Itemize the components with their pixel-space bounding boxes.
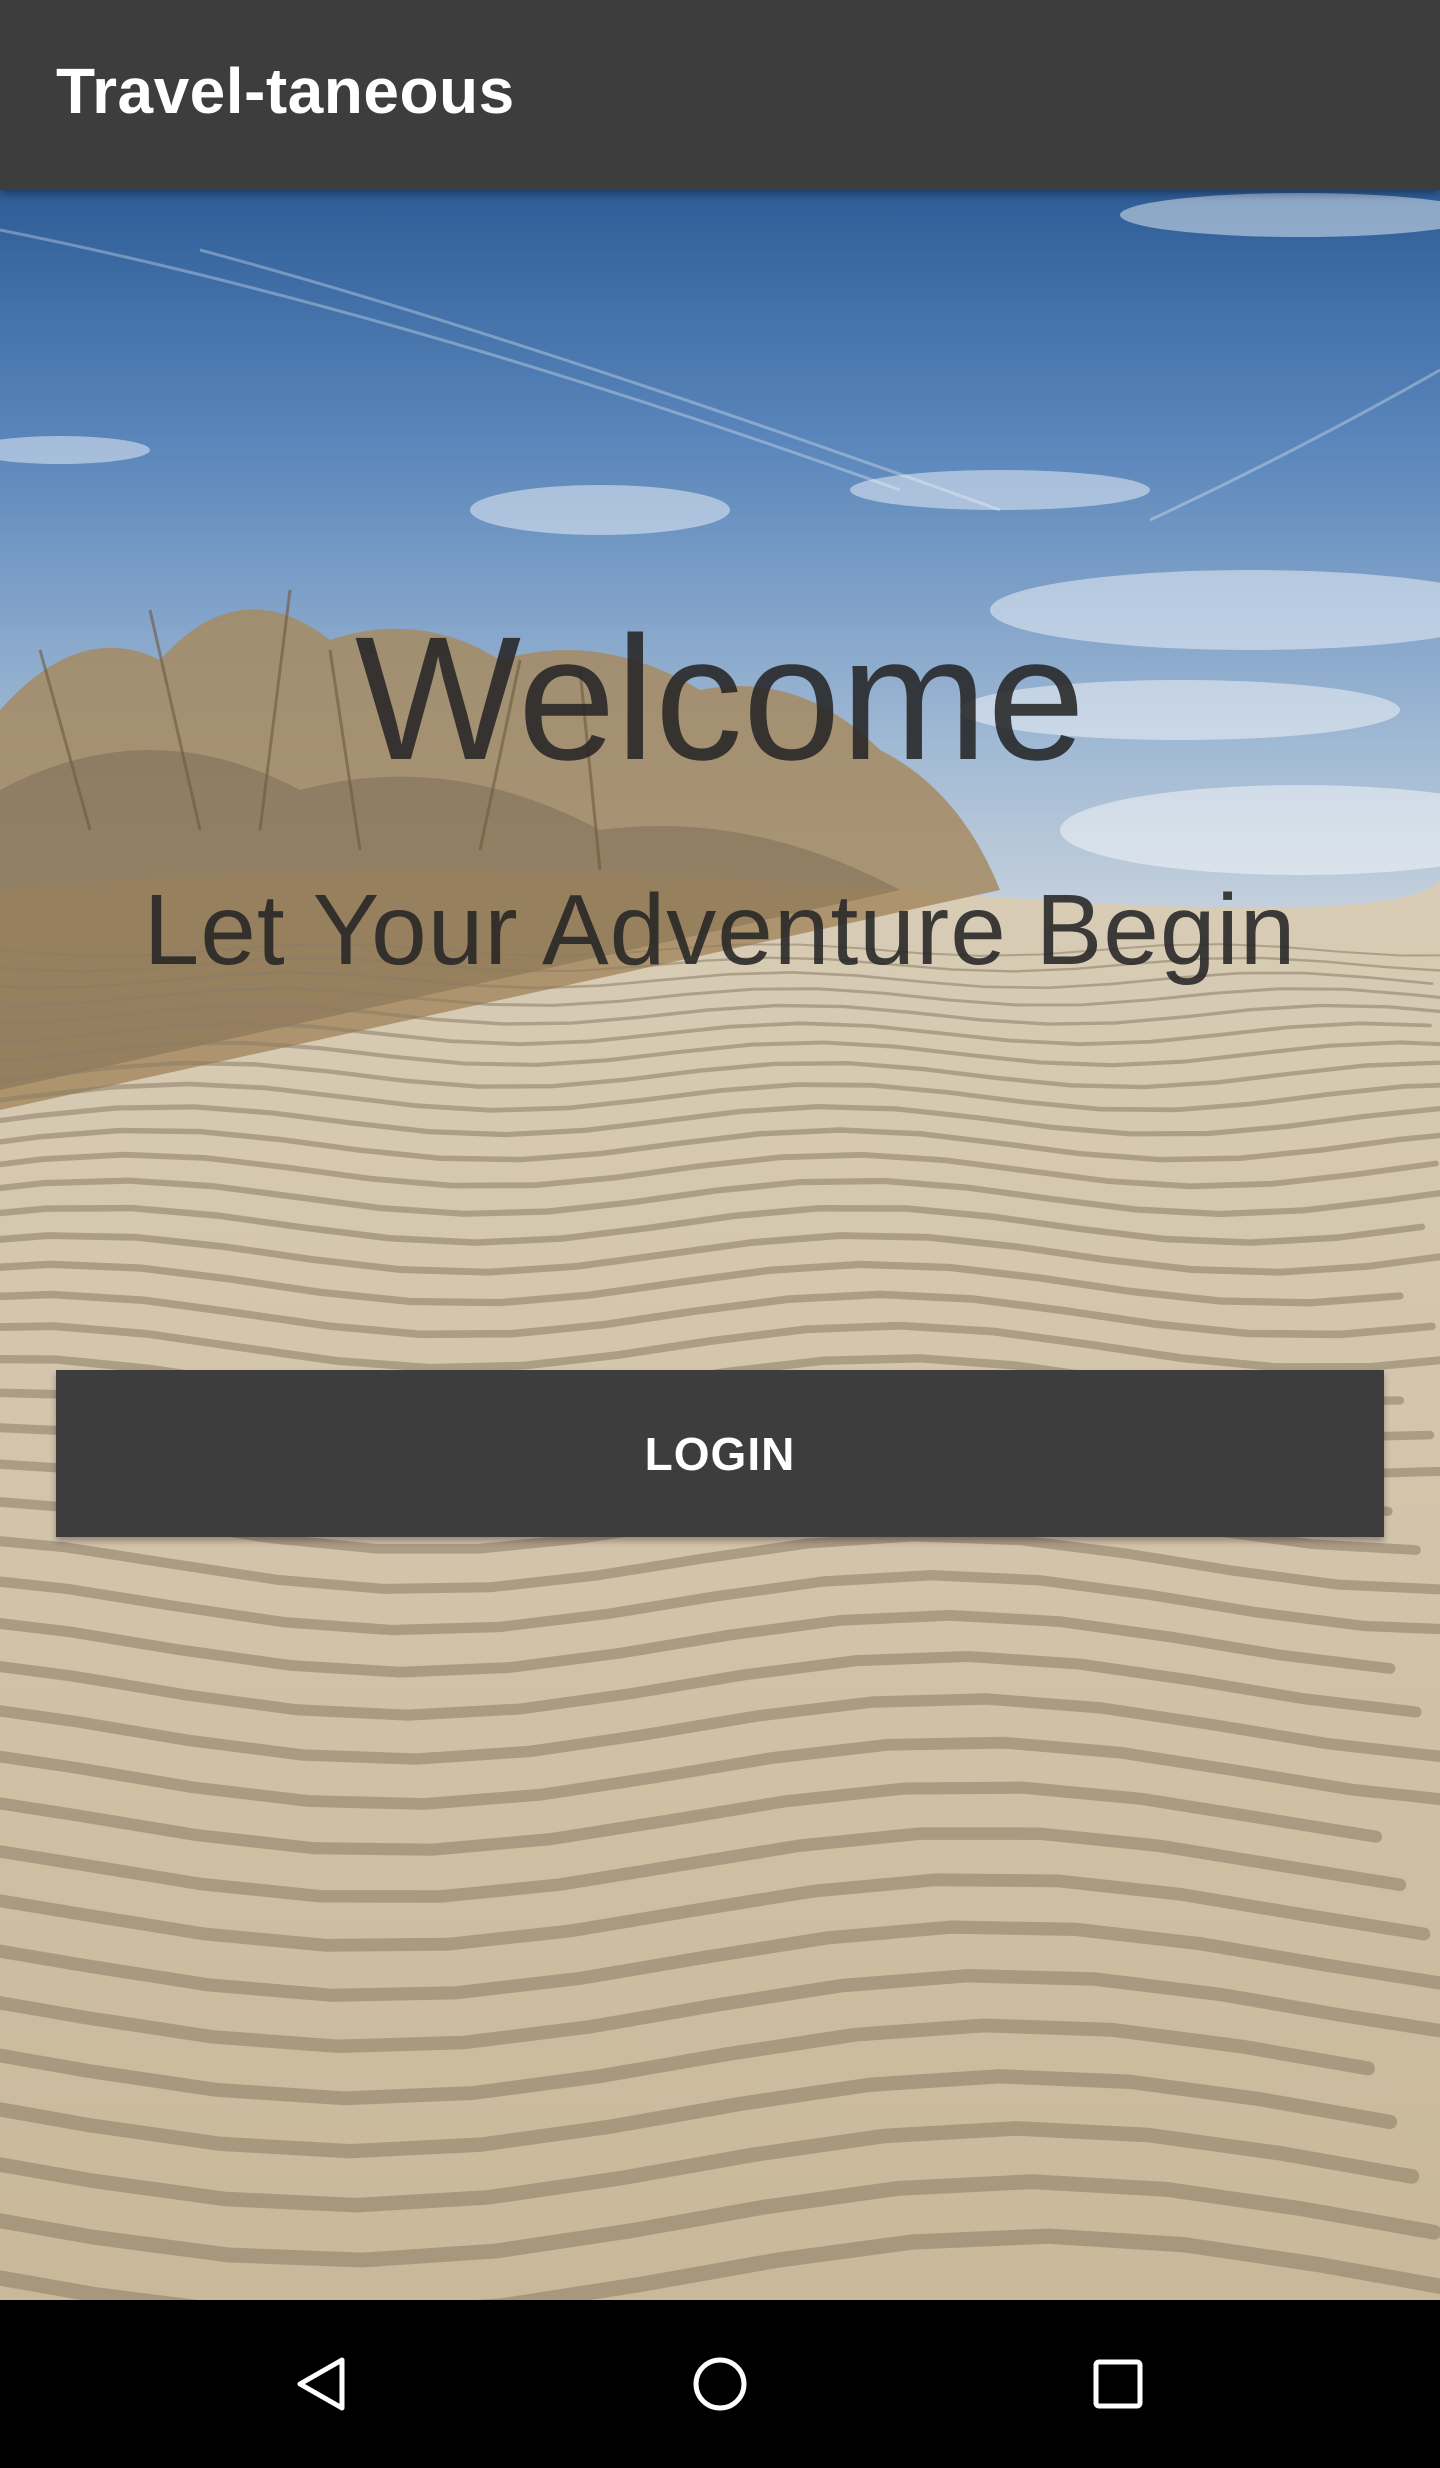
app-title: Travel-taneous (56, 55, 515, 127)
recents-square-icon[interactable] (1068, 2334, 1168, 2434)
screen: Travel-taneous Welcome Let Your Adventur… (0, 0, 1440, 2468)
hero-background (0, 190, 1440, 2300)
desert-background-image (0, 190, 1440, 2300)
navigation-bar (0, 2300, 1440, 2468)
home-circle-icon[interactable] (670, 2334, 770, 2434)
welcome-heading: Welcome (354, 601, 1086, 797)
app-bar: Travel-taneous (0, 0, 1440, 190)
login-button[interactable]: LOGIN (56, 1370, 1384, 1537)
tagline-text: Let Your Adventure Begin (143, 874, 1297, 986)
back-triangle-icon[interactable] (272, 2334, 372, 2434)
